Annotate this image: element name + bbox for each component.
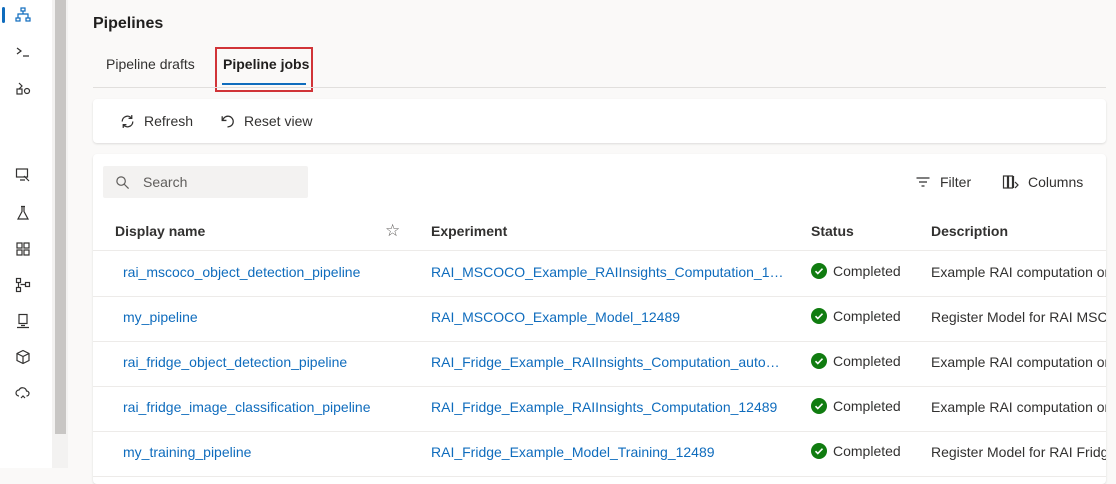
description-text: Example RAI computation on — [931, 354, 1106, 370]
column-header-status[interactable]: Status — [811, 223, 854, 239]
flow-icon[interactable] — [13, 275, 33, 295]
tab-pipeline-drafts[interactable]: Pipeline drafts — [106, 56, 195, 72]
table-row[interactable]: my_training_pipeline RAI_Fridge_Example_… — [93, 431, 1106, 477]
active-indicator — [2, 7, 5, 23]
tabs-divider — [93, 87, 1106, 88]
column-header-display-name[interactable]: Display name — [115, 223, 205, 239]
filter-icon — [914, 173, 932, 191]
table-header: Display name ☆ Experiment Status Descrip… — [93, 214, 1106, 251]
status-text: Completed — [833, 263, 901, 279]
experiment-link[interactable]: RAI_Fridge_Example_Model_Training_12489 — [431, 444, 715, 460]
column-header-experiment[interactable]: Experiment — [431, 223, 507, 239]
columns-icon — [1002, 173, 1020, 191]
search-box[interactable] — [103, 166, 308, 198]
experiment-link[interactable]: RAI_MSCOCO_Example_Model_12489 — [431, 309, 680, 325]
filter-button[interactable]: Filter — [914, 166, 971, 198]
status-cell: Completed — [811, 308, 901, 324]
nav-scrollbar-thumb[interactable] — [55, 0, 66, 434]
columns-button[interactable]: Columns — [1002, 166, 1083, 198]
undo-icon — [218, 112, 236, 130]
check-circle-icon — [811, 398, 827, 414]
refresh-icon — [118, 112, 136, 130]
refresh-button[interactable]: Refresh — [118, 99, 193, 143]
description-text: Register Model for RAI MSCO — [931, 309, 1106, 325]
tab-highlight-box — [215, 47, 313, 92]
table-row[interactable]: rai_fridge_object_detection_pipeline RAI… — [93, 341, 1106, 387]
status-cell: Completed — [811, 398, 901, 414]
search-icon — [115, 174, 131, 190]
description-text: Register Model for RAI Fridg — [931, 444, 1106, 460]
job-name-link[interactable]: my_pipeline — [123, 309, 198, 325]
cloud-sync-icon[interactable] — [13, 383, 33, 403]
status-text: Completed — [833, 443, 901, 459]
status-cell: Completed — [811, 263, 901, 279]
main-content: Pipelines Pipeline drafts Pipeline jobs … — [68, 0, 1116, 484]
reset-view-button[interactable]: Reset view — [218, 99, 312, 143]
refresh-label: Refresh — [144, 113, 194, 129]
experiment-link[interactable]: RAI_Fridge_Example_RAIInsights_Computati… — [431, 399, 777, 415]
pipeline-jobs-table: Filter Columns Display name ☆ Experiment… — [93, 154, 1106, 484]
flask-icon[interactable] — [13, 203, 33, 223]
table-row[interactable]: my_pipeline RAI_MSCOCO_Example_Model_124… — [93, 296, 1106, 342]
job-name-link[interactable]: rai_fridge_image_classification_pipeline — [123, 399, 370, 415]
columns-label: Columns — [1028, 174, 1084, 190]
page-title: Pipelines — [93, 15, 164, 32]
status-text: Completed — [833, 308, 901, 324]
reset-view-label: Reset view — [244, 113, 313, 129]
table-row[interactable]: rai_mscoco_object_detection_pipeline RAI… — [93, 251, 1106, 297]
experiment-link[interactable]: RAI_Fridge_Example_RAIInsights_Computati… — [431, 354, 789, 370]
star-icon[interactable]: ☆ — [385, 221, 400, 241]
filter-label: Filter — [940, 174, 972, 190]
status-cell: Completed — [811, 443, 901, 459]
cube-icon[interactable] — [13, 347, 33, 367]
job-name-link[interactable]: my_training_pipeline — [123, 444, 251, 460]
terminal-icon[interactable] — [13, 42, 33, 62]
description-text: Example RAI computation on — [931, 399, 1106, 415]
pipeline-hierarchy-icon[interactable] — [13, 5, 33, 25]
check-circle-icon — [811, 443, 827, 459]
search-input[interactable] — [141, 173, 295, 191]
table-row[interactable]: rai_fridge_image_classification_pipeline… — [93, 386, 1106, 432]
description-text: Example RAI computation on — [931, 264, 1106, 280]
status-cell: Completed — [811, 353, 901, 369]
command-bar: Refresh Reset view — [93, 99, 1106, 143]
check-circle-icon — [811, 353, 827, 369]
check-circle-icon — [811, 263, 827, 279]
status-text: Completed — [833, 353, 901, 369]
check-circle-icon — [811, 308, 827, 324]
shapes-link-icon[interactable] — [13, 79, 33, 99]
monitor-chat-icon[interactable] — [13, 165, 33, 185]
experiment-link[interactable]: RAI_MSCOCO_Example_RAIInsights_Computati… — [431, 264, 789, 280]
status-text: Completed — [833, 398, 901, 414]
job-name-link[interactable]: rai_fridge_object_detection_pipeline — [123, 354, 347, 370]
compute-icon[interactable] — [13, 311, 33, 331]
job-name-link[interactable]: rai_mscoco_object_detection_pipeline — [123, 264, 360, 280]
column-header-description[interactable]: Description — [931, 223, 1008, 239]
grid-blocks-icon[interactable] — [13, 239, 33, 259]
left-nav-rail — [0, 0, 52, 468]
